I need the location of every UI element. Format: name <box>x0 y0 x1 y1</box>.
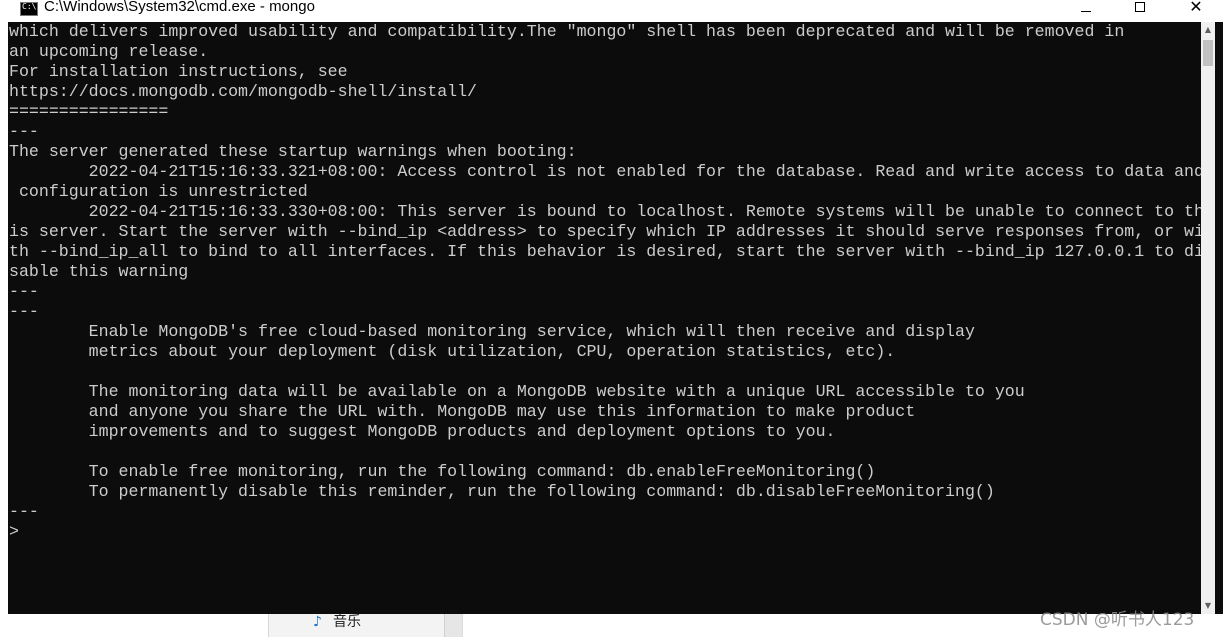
cmd-icon[interactable]: C:\. <box>20 2 41 16</box>
console-line: --- <box>9 302 39 321</box>
console-line: Enable MongoDB's free cloud-based monito… <box>9 322 975 341</box>
vertical-scrollbar[interactable]: ▲ ▼ <box>1201 22 1215 614</box>
console-line: For installation instructions, see <box>9 62 348 81</box>
scroll-thumb[interactable] <box>1203 40 1213 66</box>
console-line: ================ <box>9 102 169 121</box>
console-line: > <box>9 522 19 541</box>
console-line: which delivers improved usability and co… <box>9 22 1125 41</box>
background-splitter[interactable] <box>444 614 462 637</box>
music-note-icon: ♪ <box>313 614 322 630</box>
minimize-icon <box>1081 11 1091 12</box>
console-line: an upcoming release. <box>9 42 209 61</box>
console-line: sable this warning <box>9 262 189 281</box>
console-line: To enable free monitoring, run the follo… <box>9 462 876 481</box>
console-line: --- <box>9 282 39 301</box>
scroll-down-button[interactable]: ▼ <box>1201 598 1215 614</box>
close-icon: ✕ <box>1189 0 1203 16</box>
console-line: th --bind_ip_all to bind to all interfac… <box>9 242 1204 261</box>
console-line: To permanently disable this reminder, ru… <box>9 482 995 501</box>
console-line: is server. Start the server with --bind_… <box>9 222 1204 241</box>
console-line: improvements and to suggest MongoDB prod… <box>9 422 836 441</box>
window-title: C:\Windows\System32\cmd.exe - mongo <box>44 0 315 15</box>
console-line: metrics about your deployment (disk util… <box>9 342 896 361</box>
console-line: --- <box>9 502 39 521</box>
console-line: The monitoring data will be available on… <box>9 382 1025 401</box>
minimize-button[interactable] <box>1063 0 1109 22</box>
console-body[interactable]: which delivers improved usability and co… <box>8 22 1209 614</box>
console-line: --- <box>9 122 39 141</box>
background-nav-panel: ♪ 音乐 <box>268 614 444 637</box>
title-bar[interactable]: C:\. C:\Windows\System32\cmd.exe - mongo… <box>0 0 1223 22</box>
console-line: configuration is unrestricted <box>9 182 308 201</box>
close-button[interactable]: ✕ <box>1173 0 1219 22</box>
console-window: C:\. C:\Windows\System32\cmd.exe - mongo… <box>0 0 1223 614</box>
console-line: 2022-04-21T15:16:33.330+08:00: This serv… <box>9 202 1204 221</box>
background-left-area <box>0 614 268 637</box>
watermark: CSDN @听书人123 <box>1040 610 1195 630</box>
scroll-up-button[interactable]: ▲ <box>1201 22 1215 38</box>
maximize-button[interactable] <box>1117 0 1163 22</box>
console-line: 2022-04-21T15:16:33.321+08:00: Access co… <box>9 162 1204 181</box>
console-line: and anyone you share the URL with. Mongo… <box>9 402 916 421</box>
chevron-up-icon: ▲ <box>1204 25 1212 34</box>
chevron-down-icon: ▼ <box>1204 601 1212 610</box>
nav-item-music-label[interactable]: 音乐 <box>333 612 361 632</box>
console-line: https://docs.mongodb.com/mongodb-shell/i… <box>9 82 478 101</box>
console-output: which delivers improved usability and co… <box>9 22 1204 542</box>
maximize-icon <box>1135 2 1145 12</box>
console-line: The server generated these startup warni… <box>9 142 577 161</box>
